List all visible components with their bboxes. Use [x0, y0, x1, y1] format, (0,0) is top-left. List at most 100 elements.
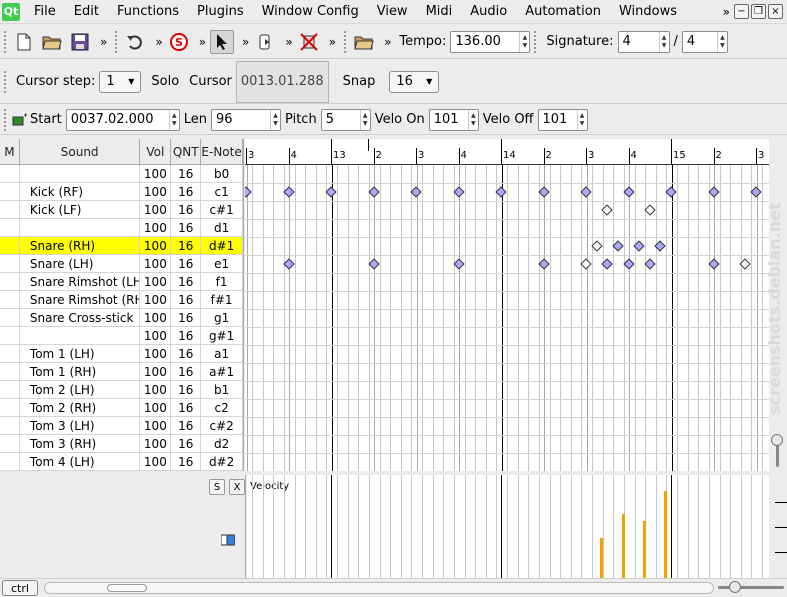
drum-list-row[interactable]: Tom 1 (LH) 100 16 a1: [0, 345, 243, 363]
menu-file[interactable]: File: [34, 4, 66, 19]
len-input[interactable]: [212, 109, 271, 130]
header-enote[interactable]: E-Note: [201, 139, 243, 164]
quantize-cell[interactable]: 16: [171, 291, 202, 308]
menu-midi[interactable]: Midi: [426, 4, 463, 19]
quantize-cell[interactable]: 16: [171, 435, 202, 452]
sound-cell[interactable]: Snare (LH): [20, 255, 141, 272]
snap-combo[interactable]: 16 ▼: [389, 70, 440, 93]
mute-cell[interactable]: [0, 327, 20, 344]
horizontal-zoom-track[interactable]: [718, 586, 784, 589]
sound-cell[interactable]: Snare Rimshot (RH): [20, 291, 141, 308]
sound-cell[interactable]: Tom 1 (LH): [20, 345, 141, 362]
velocity-bar[interactable]: [600, 538, 603, 578]
sound-cell[interactable]: Kick (RF): [20, 183, 141, 200]
cursor-step-combo[interactable]: 1 ▼: [99, 70, 142, 93]
numerator-stepper-icon[interactable]: ▲ ▼: [658, 31, 669, 52]
sound-cell[interactable]: Snare Cross-stick: [20, 309, 141, 326]
mute-cell[interactable]: [0, 201, 20, 218]
menu-view[interactable]: View: [377, 4, 418, 19]
velocity-bar[interactable]: [643, 521, 646, 578]
header-sound[interactable]: Sound: [20, 139, 141, 164]
quantize-cell[interactable]: 16: [171, 219, 202, 236]
velo-on-spinbox[interactable]: ▲▼: [428, 108, 479, 131]
mute-cell[interactable]: [0, 381, 20, 398]
controller-edit-icon[interactable]: [220, 533, 236, 547]
sound-cell[interactable]: Tom 4 (LH): [20, 453, 141, 470]
drum-list-row[interactable]: Tom 1 (RH) 100 16 a#1: [0, 363, 243, 381]
signature-denominator-spinbox[interactable]: ▲▼: [681, 30, 728, 53]
velocity-bar[interactable]: [622, 514, 625, 578]
drum-list-row[interactable]: Tom 2 (RH) 100 16 c2: [0, 399, 243, 417]
velo-off-input[interactable]: [538, 109, 577, 130]
quantize-cell[interactable]: 16: [171, 363, 202, 380]
enote-cell[interactable]: b0: [201, 165, 243, 182]
drum-list-row[interactable]: Snare Cross-stick 100 16 g1: [0, 309, 243, 327]
enote-cell[interactable]: f1: [201, 273, 243, 290]
start-spinbox[interactable]: ▲▼: [65, 108, 180, 131]
solo-label[interactable]: Solo: [151, 74, 179, 89]
close-icon[interactable]: ×: [768, 4, 783, 19]
len-stepper-icon[interactable]: ▲ ▼: [270, 109, 280, 130]
toolbar-grip[interactable]: [4, 30, 8, 53]
enote-cell[interactable]: a1: [201, 345, 243, 362]
sound-cell[interactable]: [20, 219, 141, 236]
enote-cell[interactable]: g1: [201, 309, 243, 326]
enote-cell[interactable]: b1: [201, 381, 243, 398]
toolbar-overflow-6[interactable]: »: [329, 35, 336, 49]
time-ruler[interactable]: 3 4 13 2 3 4 14 2 3 4 15 2 3: [245, 139, 769, 165]
volume-cell[interactable]: 100: [140, 399, 172, 416]
drum-list-row[interactable]: Snare Rimshot (RH) 100 16 f#1: [0, 291, 243, 309]
midi-mute-icon[interactable]: [297, 30, 321, 54]
mute-cell[interactable]: [0, 417, 20, 434]
panic-stop-icon[interactable]: S: [167, 30, 191, 54]
drum-list-row[interactable]: Tom 3 (LH) 100 16 c#2: [0, 417, 243, 435]
enote-cell[interactable]: c2: [201, 399, 243, 416]
drum-list-row[interactable]: Snare (RH) 100 16 d#1: [0, 237, 243, 255]
sound-cell[interactable]: Tom 1 (RH): [20, 363, 141, 380]
velocity-bar[interactable]: [664, 491, 667, 578]
signature-denominator-input[interactable]: [682, 31, 717, 52]
volume-cell[interactable]: 100: [140, 453, 172, 470]
quantize-cell[interactable]: 16: [171, 309, 202, 326]
volume-cell[interactable]: 100: [140, 363, 172, 380]
sound-cell[interactable]: Tom 3 (LH): [20, 417, 141, 434]
volume-cell[interactable]: 100: [140, 201, 172, 218]
quantize-cell[interactable]: 16: [171, 183, 202, 200]
tempo-stepper-icon[interactable]: ▲ ▼: [519, 31, 529, 52]
mute-cell[interactable]: [0, 399, 20, 416]
sound-cell[interactable]: [20, 165, 141, 182]
velo-on-stepper-icon[interactable]: ▲ ▼: [467, 109, 478, 130]
controller-close-button[interactable]: X: [229, 479, 245, 495]
drum-event-grid[interactable]: 3 4 13 2 3 4 14 2 3 4 15 2 3: [245, 139, 769, 471]
controller-solo-button[interactable]: S: [209, 479, 225, 495]
volume-cell[interactable]: 100: [140, 435, 172, 452]
enote-cell[interactable]: c#2: [201, 417, 243, 434]
menu-plugins[interactable]: Plugins: [197, 4, 254, 19]
start-stepper-icon[interactable]: ▲ ▼: [168, 109, 179, 130]
mute-cell[interactable]: [0, 345, 20, 362]
toolbar-grip[interactable]: [115, 30, 119, 53]
enote-cell[interactable]: d#2: [201, 453, 243, 470]
velo-off-spinbox[interactable]: ▲▼: [537, 108, 588, 131]
quantize-cell[interactable]: 16: [171, 399, 202, 416]
mute-cell[interactable]: [0, 309, 20, 326]
drum-list-row[interactable]: Tom 2 (LH) 100 16 b1: [0, 381, 243, 399]
mute-cell[interactable]: [0, 219, 20, 236]
pitch-spinbox[interactable]: ▲▼: [320, 108, 371, 131]
velocity-controller-canvas[interactable]: Velocity: [247, 475, 769, 578]
toolbar-grip[interactable]: [534, 30, 538, 53]
mute-cell[interactable]: [0, 363, 20, 380]
mute-cell[interactable]: [0, 255, 20, 272]
volume-cell[interactable]: 100: [140, 327, 172, 344]
pitch-input[interactable]: [321, 109, 360, 130]
open-folder-icon[interactable]: [40, 30, 64, 54]
quantize-cell[interactable]: 16: [171, 255, 202, 272]
velo-on-input[interactable]: [429, 109, 468, 130]
horizontal-scroll-thumb[interactable]: [106, 584, 147, 592]
sound-cell[interactable]: Tom 3 (RH): [20, 435, 141, 452]
header-vol[interactable]: Vol: [140, 139, 172, 164]
drum-list-row[interactable]: 100 16 g#1: [0, 327, 243, 345]
mute-cell[interactable]: [0, 453, 20, 470]
new-file-icon[interactable]: [12, 30, 36, 54]
volume-cell[interactable]: 100: [140, 309, 172, 326]
